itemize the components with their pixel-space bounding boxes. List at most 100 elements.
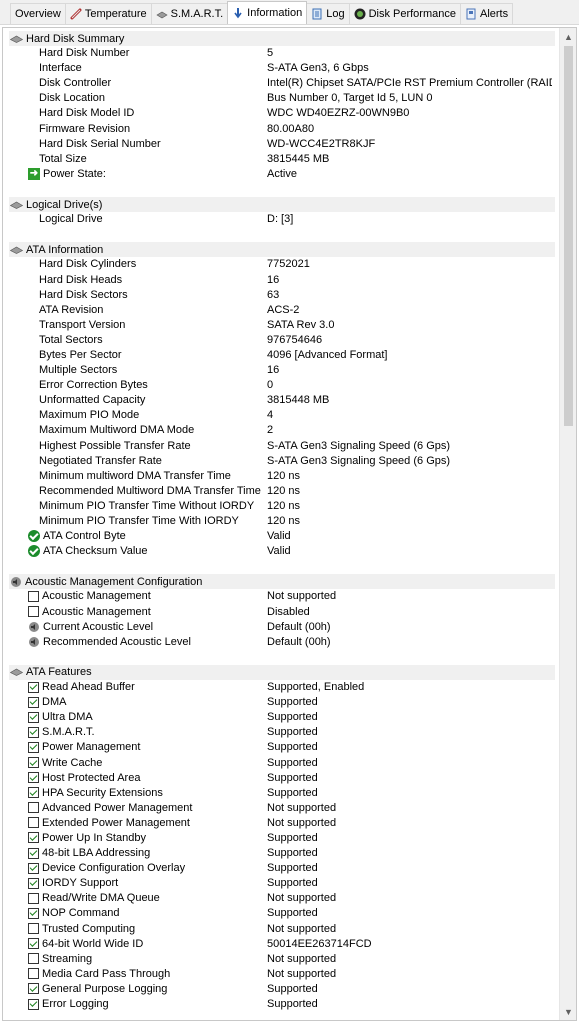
section-hard-disk-summary[interactable]: Hard Disk Summary	[9, 31, 555, 47]
scroll-up-arrow-icon[interactable]: ▲	[560, 28, 576, 45]
list-item[interactable]: Interface S-ATA Gen3, 6 Gbps	[9, 61, 555, 76]
row-label: Minimum PIO Transfer Time Without IORDY	[39, 499, 255, 512]
information-panel[interactable]: Hard Disk Summary Hard Disk Number 5 Inte…	[2, 27, 577, 1021]
arrow-right-icon: ➜	[28, 167, 40, 180]
feature-row[interactable]: 48-bit LBA Addressing Supported	[9, 846, 555, 861]
row-value: 120 ns	[267, 499, 301, 512]
list-item[interactable]: Negotiated Transfer Rate S-ATA Gen3 Signa…	[9, 454, 555, 469]
section-logical-drives[interactable]: Logical Drive(s)	[9, 197, 555, 213]
power-state-row[interactable]: ➜ Power State: Active	[9, 167, 555, 182]
scrollbar-thumb[interactable]	[564, 46, 573, 426]
list-item[interactable]: Minimum PIO Transfer Time With IORDY 120 …	[9, 514, 555, 529]
row-label: Disk Controller	[39, 77, 112, 90]
section-acoustic-management[interactable]: Acoustic Management Configuration	[9, 574, 555, 590]
list-item[interactable]: Firmware Revision 80.00A80	[9, 122, 555, 137]
list-item[interactable]: Bytes Per Sector 4096 [Advanced Format]	[9, 348, 555, 363]
list-item[interactable]: Hard Disk Cylinders 7752021	[9, 257, 555, 272]
checkbox-checked-icon	[28, 877, 39, 889]
feature-row[interactable]: Advanced Power Management Not supported	[9, 801, 555, 816]
feature-row[interactable]: Extended Power Management Not supported	[9, 816, 555, 831]
feature-row[interactable]: Write Cache Supported	[9, 756, 555, 771]
section-title: Hard Disk Summary	[26, 32, 125, 45]
feature-row[interactable]: Power Management Supported	[9, 740, 555, 755]
feature-row[interactable]: Streaming Not supported	[9, 952, 555, 967]
list-item[interactable]: Highest Possible Transfer Rate S-ATA Gen3…	[9, 439, 555, 454]
feature-row[interactable]: Power Up In Standby Supported	[9, 831, 555, 846]
checkbox-checked-icon	[28, 938, 39, 950]
section-ata-features[interactable]: ATA Features	[9, 664, 555, 681]
scroll-down-arrow-icon[interactable]: ▼	[560, 1003, 576, 1020]
feature-row[interactable]: Read/Write DMA Queue Not supported	[9, 891, 555, 906]
feature-row[interactable]: Ultra DMA Supported	[9, 710, 555, 725]
list-item[interactable]: ATA Checksum Value Valid	[9, 544, 555, 559]
feature-row[interactable]: HPA Security Extensions Supported	[9, 786, 555, 801]
list-item[interactable]: Error Correction Bytes 0	[9, 378, 555, 393]
check-label-group: Advanced Power Management	[28, 802, 192, 814]
list-item[interactable]: ATA Control Byte Valid	[9, 529, 555, 544]
tab-alerts[interactable]: Alerts	[459, 3, 514, 24]
tab-information[interactable]: Information	[227, 1, 308, 24]
list-item[interactable]: Minimum multiword DMA Transfer Time 120 n…	[9, 469, 555, 484]
list-item[interactable]: Minimum PIO Transfer Time Without IORDY 1…	[9, 499, 555, 514]
list-item[interactable]: Hard Disk Model ID WDC WD40EZRZ-00WN9B0	[9, 106, 555, 121]
feature-row[interactable]: S.M.A.R.T. Supported	[9, 725, 555, 740]
tab-label: Disk Performance	[368, 8, 456, 20]
list-item[interactable]: ATA Revision ACS-2	[9, 303, 555, 318]
row-label: ATA Control Byte	[43, 530, 126, 543]
disk-icon	[156, 8, 168, 20]
list-item[interactable]: Acoustic Management Disabled	[9, 605, 555, 620]
list-item[interactable]: Hard Disk Number 5	[9, 46, 555, 61]
feature-row[interactable]: Host Protected Area Supported	[9, 771, 555, 786]
list-item[interactable]: Current Acoustic Level Default (00h)	[9, 620, 555, 635]
row-label: Ultra DMA	[42, 711, 93, 724]
row-value: S-ATA Gen3, 6 Gbps	[267, 62, 369, 75]
checkbox-checked-icon	[28, 998, 39, 1010]
list-item[interactable]: Total Size 3815445 MB	[9, 152, 555, 167]
list-item[interactable]: Disk Controller Intel(R) Chipset SATA/PCI…	[9, 76, 555, 91]
list-item[interactable]: Acoustic Management Not supported	[9, 589, 555, 604]
feature-row[interactable]: Device Configuration Overlay Supported	[9, 861, 555, 876]
feature-row[interactable]: Error Logging Supported	[9, 997, 555, 1012]
feature-row[interactable]: DMA Supported	[9, 695, 555, 710]
list-item[interactable]: Hard Disk Sectors 63	[9, 288, 555, 303]
feature-row[interactable]: 64-bit World Wide ID 50014EE263714FCD	[9, 937, 555, 952]
row-value: Supported	[267, 726, 318, 739]
performance-icon	[354, 8, 366, 20]
list-item[interactable]: Disk Location Bus Number 0, Target Id 5, …	[9, 91, 555, 106]
tab-overview[interactable]: Overview	[10, 3, 66, 24]
tab-smart[interactable]: S.M.A.R.T.	[150, 3, 229, 24]
feature-row[interactable]: NOP Command Supported	[9, 906, 555, 921]
row-value: Not supported	[267, 801, 337, 814]
row-value: S-ATA Gen3 Signaling Speed (6 Gps)	[267, 454, 451, 467]
list-item[interactable]: Hard Disk Serial Number WD-WCC4E2TR8KJF	[9, 137, 555, 152]
section-ata-information[interactable]: ATA Information	[9, 242, 555, 258]
list-item[interactable]: Recommended Multiword DMA Transfer Time 1…	[9, 484, 555, 499]
list-item[interactable]: Maximum PIO Mode 4	[9, 408, 555, 423]
list-item[interactable]: Recommended Acoustic Level Default (00h)	[9, 635, 555, 650]
check-label-group: HPA Security Extensions	[28, 787, 163, 799]
list-item[interactable]: Multiple Sectors 16	[9, 363, 555, 378]
feature-row[interactable]: Trusted Computing Not supported	[9, 922, 555, 937]
checkbox-checked-icon	[28, 772, 39, 784]
section-title: ATA Features	[26, 666, 92, 679]
row-value: Supported	[267, 877, 318, 890]
checkbox-checked-icon	[28, 711, 39, 723]
feature-row[interactable]: General Purpose Logging Supported	[9, 982, 555, 997]
row-label: Bytes Per Sector	[39, 348, 122, 361]
list-item[interactable]: Total Sectors 976754646	[9, 333, 555, 348]
list-item[interactable]: Transport Version SATA Rev 3.0	[9, 318, 555, 333]
row-value: 4	[267, 409, 274, 422]
tab-temperature[interactable]: Temperature	[64, 3, 152, 24]
feature-row[interactable]: Media Card Pass Through Not supported	[9, 967, 555, 982]
tab-disk-performance[interactable]: Disk Performance	[348, 3, 461, 24]
feature-row[interactable]: Read Ahead Buffer Supported, Enabled	[9, 680, 555, 695]
list-item[interactable]: Unformatted Capacity 3815448 MB	[9, 393, 555, 408]
list-item[interactable]: Logical Drive D: [3]	[9, 212, 555, 227]
feature-row[interactable]: IORDY Support Supported	[9, 876, 555, 891]
vertical-scrollbar[interactable]: ▲ ▼	[559, 28, 576, 1020]
list-item[interactable]: Maximum Multiword DMA Mode 2	[9, 423, 555, 438]
row-value: 120 ns	[267, 469, 301, 482]
tab-log[interactable]: Log	[306, 3, 350, 24]
row-value: 120 ns	[267, 484, 301, 497]
list-item[interactable]: Hard Disk Heads 16	[9, 273, 555, 288]
